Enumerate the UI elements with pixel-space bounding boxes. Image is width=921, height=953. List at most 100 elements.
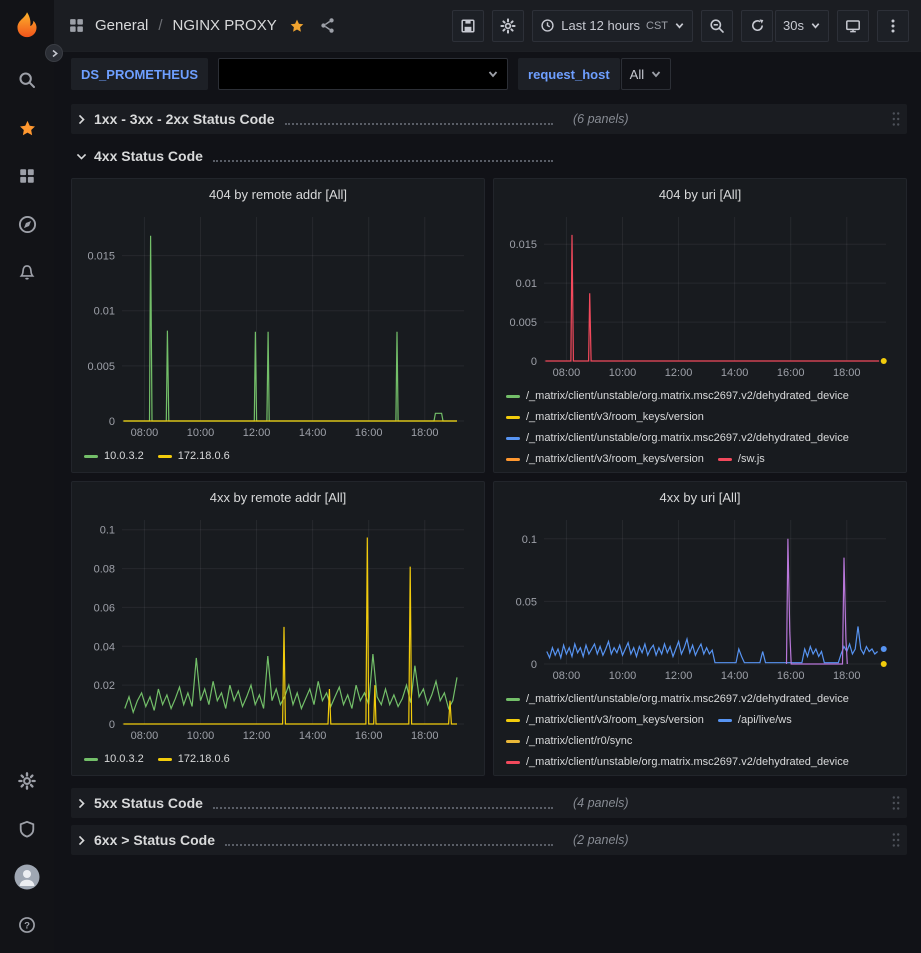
svg-text:18:00: 18:00	[833, 367, 861, 379]
time-range-picker[interactable]: Last 12 hours CST	[532, 10, 693, 42]
grafana-logo[interactable]	[9, 8, 45, 44]
variable-request-host-label[interactable]: request_host	[518, 58, 620, 90]
legend-item[interactable]: /_matrix/client/unstable/org.matrix.msc2…	[506, 389, 849, 404]
variables-row: DS_PROMETHEUS request_host All	[54, 52, 921, 96]
chevron-down-icon	[650, 68, 662, 80]
variable-ds-prometheus-select[interactable]	[218, 58, 508, 90]
avatar[interactable]	[0, 857, 54, 897]
shield-icon[interactable]	[0, 809, 54, 849]
panels-count: (2 panels)	[573, 833, 629, 847]
legend-item[interactable]: /_matrix/client/v3/room_keys/version	[506, 410, 704, 425]
legend-item[interactable]: /sw.js	[718, 452, 765, 466]
panel-title[interactable]: 404 by uri [All]	[502, 183, 898, 207]
svg-text:08:00: 08:00	[553, 670, 581, 682]
legend-item[interactable]: /_matrix/client/unstable/org.matrix.msc2…	[506, 692, 849, 707]
svg-text:18:00: 18:00	[833, 670, 861, 682]
grip-icon[interactable]	[889, 109, 903, 129]
legend-item[interactable]: /_matrix/client/r0/sync	[506, 734, 632, 749]
legend-swatch	[506, 740, 520, 743]
legend-item[interactable]: /_matrix/client/v3/room_keys/version	[506, 452, 704, 466]
legend-item[interactable]: /api/live/ws	[718, 713, 792, 728]
legend-swatch	[506, 395, 520, 398]
alerting-icon[interactable]	[0, 252, 54, 292]
legend-label: /api/live/ws	[738, 713, 792, 728]
dashboard-grid-icon	[68, 17, 85, 34]
share-icon[interactable]	[319, 17, 336, 34]
save-dashboard-button[interactable]	[452, 10, 484, 42]
legend-item[interactable]: /_matrix/client/v3/room_keys/version	[506, 713, 704, 728]
panels-count: (4 panels)	[573, 796, 629, 810]
svg-text:0.05: 0.05	[516, 596, 537, 608]
panel-4xx-by-uri: 4xx by uri [All] 08:0010:0012:0014:0016:…	[493, 481, 907, 776]
svg-text:16:00: 16:00	[777, 367, 805, 379]
svg-text:0.04: 0.04	[94, 641, 115, 653]
panel-title[interactable]: 4xx by remote addr [All]	[80, 486, 476, 510]
legend-swatch	[84, 455, 98, 458]
svg-text:0.015: 0.015	[87, 251, 115, 263]
dashboard-settings-button[interactable]	[492, 10, 524, 42]
legend-item[interactable]: 10.0.3.2	[84, 449, 144, 464]
grip-icon[interactable]	[889, 793, 903, 813]
panel-title[interactable]: 404 by remote addr [All]	[80, 183, 476, 207]
panel-404-by-uri: 404 by uri [All] 08:0010:0012:0014:0016:…	[493, 178, 907, 473]
explore-icon[interactable]	[0, 204, 54, 244]
chevron-right-icon	[75, 834, 88, 847]
variable-request-host-select[interactable]: All	[621, 58, 671, 90]
zoom-out-button[interactable]	[701, 10, 733, 42]
svg-text:14:00: 14:00	[721, 367, 749, 379]
topbar: General / NGINX PROXY	[54, 0, 921, 52]
tv-mode-button[interactable]	[837, 10, 869, 42]
row-4xx[interactable]: 4xx Status Code	[71, 141, 907, 171]
legend-item[interactable]: 172.18.0.6	[158, 449, 230, 464]
sidebar: ?	[0, 0, 54, 953]
refresh-button[interactable]	[741, 10, 773, 42]
variable-ds-prometheus-label[interactable]: DS_PROMETHEUS	[71, 58, 208, 90]
svg-text:12:00: 12:00	[243, 730, 271, 742]
legend-item[interactable]: /_matrix/client/unstable/org.matrix.msc2…	[506, 755, 849, 769]
row-1xx-3xx-2xx[interactable]: 1xx - 3xx - 2xx Status Code (6 panels)	[71, 104, 907, 134]
favorite-star-icon[interactable]	[289, 18, 305, 34]
svg-text:0: 0	[109, 719, 115, 731]
panel-4xx-by-remote-addr: 4xx by remote addr [All] 08:0010:0012:00…	[71, 481, 485, 776]
chart-4xx-by-remote-addr[interactable]: 08:0010:0012:0014:0016:0018:0000.020.040…	[80, 512, 476, 744]
chart-4xx-by-uri[interactable]: 08:0010:0012:0014:0016:0018:0000.050.1	[502, 512, 898, 684]
legend-label: /_matrix/client/v3/room_keys/version	[526, 713, 704, 728]
row-title: 6xx > Status Code	[94, 832, 215, 848]
panel-title[interactable]: 4xx by uri [All]	[502, 486, 898, 510]
clock-icon	[540, 18, 555, 33]
legend-label: /_matrix/client/unstable/org.matrix.msc2…	[526, 755, 849, 769]
svg-text:16:00: 16:00	[355, 730, 383, 742]
legend-label: 10.0.3.2	[104, 449, 144, 464]
chevron-down-icon	[487, 68, 499, 80]
svg-text:?: ?	[24, 920, 30, 931]
legend-item[interactable]: 172.18.0.6	[158, 752, 230, 767]
legend-swatch	[84, 758, 98, 761]
sidebar-expand-button[interactable]	[45, 44, 63, 62]
row-6xx[interactable]: 6xx > Status Code (2 panels)	[71, 825, 907, 855]
panel-legend: 10.0.3.2 172.18.0.6	[80, 441, 476, 464]
grip-icon[interactable]	[889, 830, 903, 850]
help-icon[interactable]: ?	[0, 905, 54, 945]
legend-item[interactable]: /_matrix/client/unstable/org.matrix.msc2…	[506, 431, 849, 446]
settings-gear-icon[interactable]	[0, 761, 54, 801]
search-icon[interactable]	[0, 60, 54, 100]
legend-swatch	[506, 458, 520, 461]
legend-label: /_matrix/client/r0/sync	[526, 734, 632, 749]
dashboards-icon[interactable]	[0, 156, 54, 196]
kebab-menu-button[interactable]	[877, 10, 909, 42]
legend-swatch	[718, 719, 732, 722]
legend-swatch	[718, 458, 732, 461]
chevron-down-icon	[674, 20, 685, 31]
legend-item[interactable]: 10.0.3.2	[84, 752, 144, 767]
starred-icon[interactable]	[0, 108, 54, 148]
chart-404-by-uri[interactable]: 08:0010:0012:0014:0016:0018:0000.0050.01…	[502, 209, 898, 381]
refresh-interval-picker[interactable]: 30s	[775, 10, 829, 42]
chevron-right-icon	[75, 797, 88, 810]
svg-text:18:00: 18:00	[411, 427, 439, 439]
legend-swatch	[158, 758, 172, 761]
svg-text:0.02: 0.02	[94, 680, 115, 692]
row-5xx[interactable]: 5xx Status Code (4 panels)	[71, 788, 907, 818]
timezone-label: CST	[646, 20, 668, 32]
chart-404-by-remote-addr[interactable]: 08:0010:0012:0014:0016:0018:0000.0050.01…	[80, 209, 476, 441]
breadcrumb-folder[interactable]: General	[95, 17, 148, 34]
